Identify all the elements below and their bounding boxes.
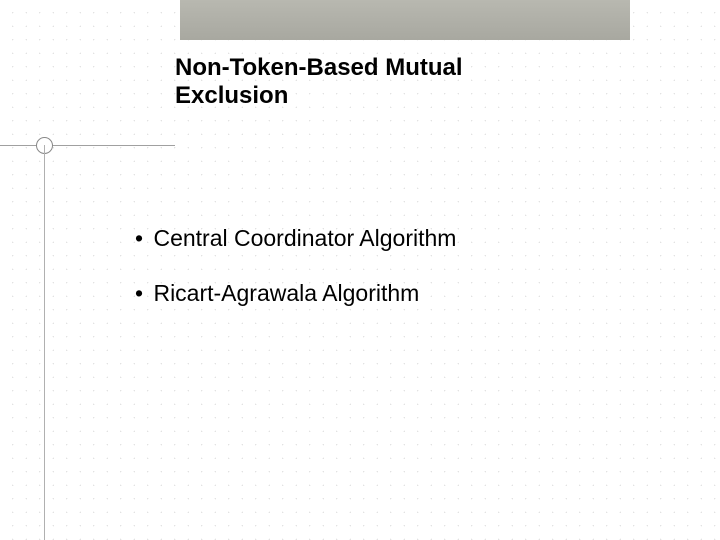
slide-content: • Central Coordinator Algorithm • Ricart… (135, 225, 655, 335)
bullet-icon: • (135, 225, 143, 252)
vertical-margin-line (44, 145, 45, 540)
slide-title-container: Non-Token-Based Mutual Exclusion (175, 54, 535, 109)
horizontal-divider (0, 145, 175, 146)
list-item-text: Central Coordinator Algorithm (153, 225, 456, 251)
top-accent-band (180, 0, 630, 40)
list-item: • Ricart-Agrawala Algorithm (135, 280, 655, 307)
slide-title: Non-Token-Based Mutual Exclusion (175, 54, 535, 109)
list-item-text: Ricart-Agrawala Algorithm (153, 280, 419, 306)
list-item: • Central Coordinator Algorithm (135, 225, 655, 252)
bullet-icon: • (135, 280, 143, 307)
